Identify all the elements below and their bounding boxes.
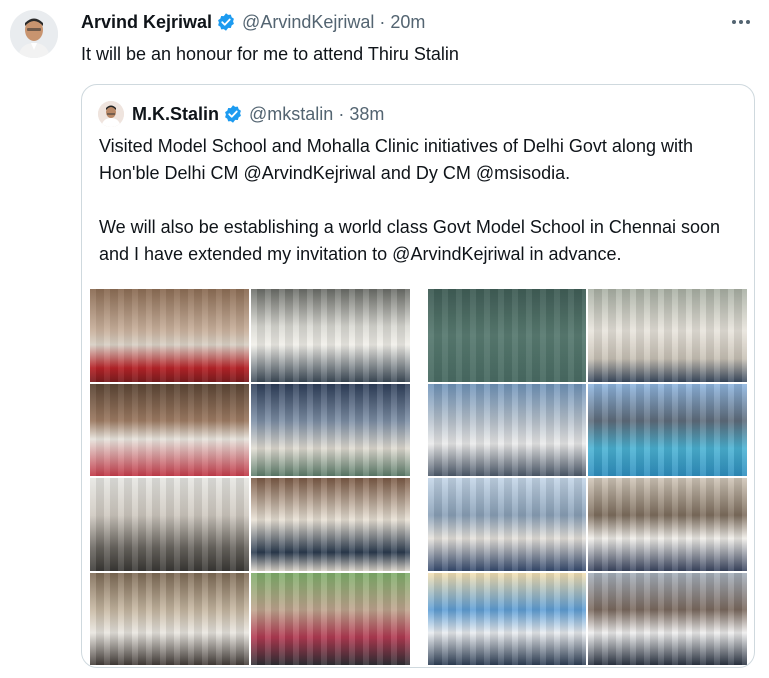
separator-dot: · (338, 103, 345, 124)
author-avatar[interactable] (10, 10, 58, 58)
quoted-tweet-timestamp: 38m (349, 103, 385, 124)
verified-badge-icon (216, 12, 236, 32)
quoted-tweet-text: Visited Model School and Mohalla Clinic … (99, 133, 739, 295)
quoted-author-avatar (98, 101, 124, 127)
photo-tile (427, 289, 587, 382)
tweet-header: Arvind Kejriwal @ArvindKejriwal · 20m (81, 11, 425, 33)
photo-tile (427, 383, 587, 476)
tweet-text: It will be an honour for me to attend Th… (81, 44, 459, 64)
author-name[interactable]: Arvind Kejriwal (81, 12, 212, 33)
photo-tile (588, 478, 747, 571)
photo-tile (588, 572, 747, 665)
quoted-author-handle: @mkstalin (249, 103, 334, 124)
ellipsis-icon[interactable] (729, 12, 753, 32)
quoted-tweet-card[interactable]: M.K.Stalin @mkstalin · 38m Visited Model… (81, 84, 755, 668)
photo-tile (588, 383, 747, 476)
photo-tile (90, 478, 249, 571)
quoted-tweet-paragraph-1: Visited Model School and Mohalla Clinic … (99, 136, 693, 183)
photo-tile (250, 572, 410, 665)
author-avatar-image (10, 10, 58, 58)
photo-tile (250, 289, 410, 382)
photo-tile (250, 478, 410, 571)
photo-tile (427, 478, 587, 571)
photo-tile (427, 572, 587, 665)
quoted-tweet-media (90, 289, 747, 665)
quoted-tweet-header: M.K.Stalin @mkstalin · 38m (98, 100, 384, 128)
photo-tile (90, 289, 249, 382)
media-image-1[interactable] (90, 289, 410, 665)
separator-dot: · (379, 11, 386, 32)
media-image-2[interactable] (427, 289, 747, 665)
tweet-timestamp[interactable]: 20m (390, 12, 425, 33)
photo-tile (90, 383, 249, 476)
author-handle[interactable]: @ArvindKejriwal (242, 12, 374, 33)
verified-badge-icon (223, 104, 243, 124)
quoted-tweet-paragraph-2: We will also be establishing a world cla… (99, 217, 720, 264)
photo-tile (588, 289, 747, 382)
photo-tile (90, 572, 249, 665)
photo-tile (250, 383, 410, 476)
quoted-author-name: M.K.Stalin (132, 103, 220, 124)
